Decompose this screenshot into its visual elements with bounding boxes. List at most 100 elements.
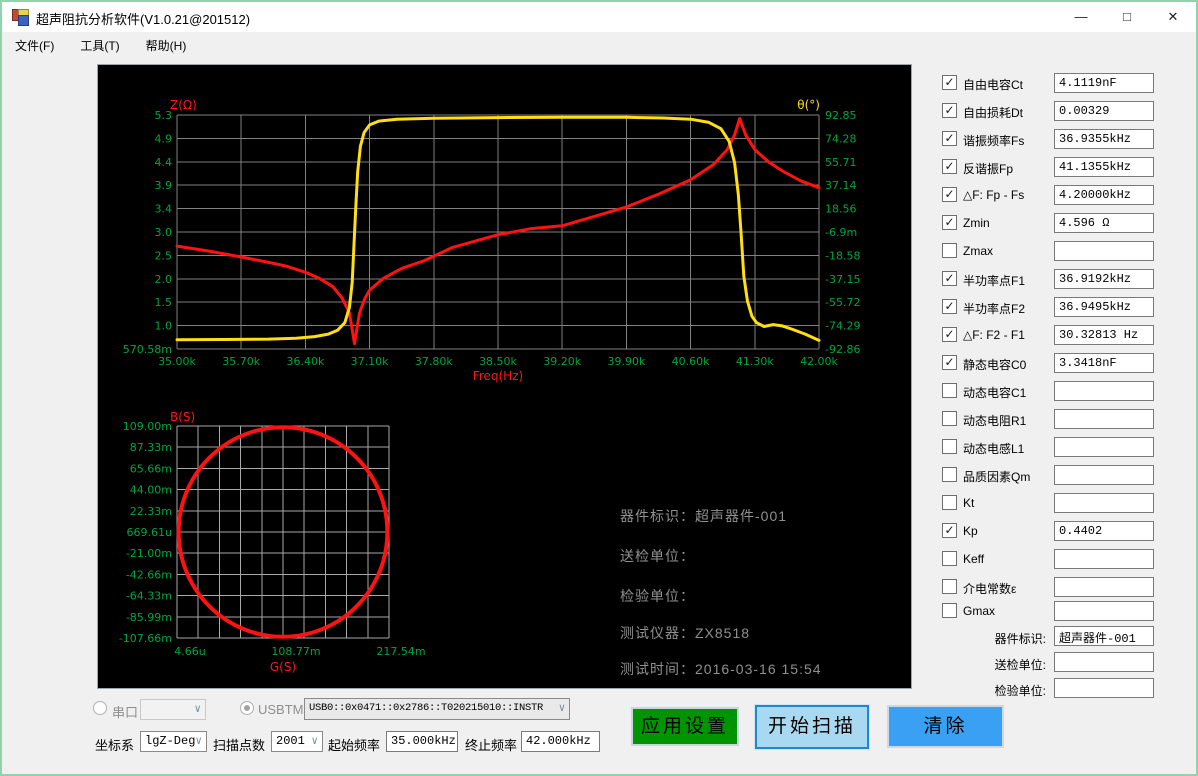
param-value-field-6[interactable] [1054, 241, 1154, 261]
chevron-down-icon: ∨ [194, 702, 201, 716]
usbtmc-address-combo[interactable]: USB0::0x0471::0x2786::T020215010::INSTR∨ [304, 698, 570, 720]
param-value-field-9[interactable]: 30.32813 Hz [1054, 325, 1154, 345]
device-info-line-0: 器件标识：超声器件-001 [620, 506, 787, 526]
close-button[interactable]: ✕ [1150, 2, 1196, 32]
param-label-7: 半功率点F1 [963, 272, 1025, 289]
app-icon [12, 9, 28, 25]
param-value-field-2[interactable]: 36.9355kHz [1054, 129, 1154, 149]
param-checkbox-2[interactable]: ✓ [942, 131, 957, 146]
chevron-down-icon: ∨ [311, 734, 318, 748]
param-checkbox-11[interactable] [942, 383, 957, 398]
maximize-button[interactable]: □ [1104, 2, 1150, 32]
identity-field-0[interactable]: 超声器件-001 [1054, 626, 1154, 646]
param-checkbox-14[interactable] [942, 467, 957, 482]
param-checkbox-13[interactable] [942, 439, 957, 454]
minimize-button[interactable]: — [1058, 2, 1104, 32]
param-label-10: 静态电容C0 [963, 356, 1026, 373]
param-value-field-3[interactable]: 41.1355kHz [1054, 157, 1154, 177]
start-scan-button[interactable]: 开始扫描 [755, 705, 869, 749]
serial-radio[interactable] [93, 701, 107, 715]
param-value-field-16[interactable]: 0.4402 [1054, 521, 1154, 541]
param-checkbox-1[interactable]: ✓ [942, 103, 957, 118]
param-checkbox-19[interactable] [942, 603, 957, 618]
param-checkbox-16[interactable]: ✓ [942, 523, 957, 538]
stop-freq-field[interactable]: 42.000kHz [521, 731, 600, 752]
param-value-field-0[interactable]: 4.1119nF [1054, 73, 1154, 93]
param-checkbox-4[interactable]: ✓ [942, 187, 957, 202]
param-label-9: △F: F2 - F1 [963, 328, 1025, 342]
param-label-2: 谐振频率Fs [963, 132, 1024, 149]
param-checkbox-8[interactable]: ✓ [942, 299, 957, 314]
app-window: 超声阻抗分析软件(V1.0.21@201512) — □ ✕ 文件(F)工具(T… [0, 0, 1198, 776]
coord-system-combo[interactable]: lgZ-Deg∨ [140, 731, 207, 752]
param-checkbox-5[interactable]: ✓ [942, 215, 957, 230]
param-label-19: Gmax [963, 604, 995, 618]
param-label-5: Zmin [963, 216, 990, 230]
param-value-field-8[interactable]: 36.9495kHz [1054, 297, 1154, 317]
param-value-field-11[interactable] [1054, 381, 1154, 401]
param-checkbox-10[interactable]: ✓ [942, 355, 957, 370]
param-label-13: 动态电感L1 [963, 440, 1024, 457]
start-freq-label: 起始频率 [328, 735, 380, 754]
param-label-3: 反谐振Fp [963, 160, 1013, 177]
param-label-12: 动态电阻R1 [963, 412, 1026, 429]
device-info-line-1: 送检单位： [620, 546, 695, 566]
param-label-1: 自由损耗Dt [963, 104, 1023, 121]
param-label-4: △F: Fp - Fs [963, 188, 1024, 202]
param-value-field-10[interactable]: 3.3418nF [1054, 353, 1154, 373]
param-value-field-7[interactable]: 36.9192kHz [1054, 269, 1154, 289]
chevron-down-icon: ∨ [195, 734, 202, 748]
param-value-field-15[interactable] [1054, 493, 1154, 513]
identity-label-0: 器件标识: [936, 630, 1046, 647]
apply-settings-button[interactable]: 应用设置 [631, 707, 739, 746]
param-checkbox-15[interactable] [942, 495, 957, 510]
param-value-field-5[interactable]: 4.596 Ω [1054, 213, 1154, 233]
param-value-field-18[interactable] [1054, 577, 1154, 597]
title-bar: 超声阻抗分析软件(V1.0.21@201512) — □ ✕ [2, 2, 1196, 32]
param-checkbox-3[interactable]: ✓ [942, 159, 957, 174]
param-value-field-14[interactable] [1054, 465, 1154, 485]
menu-item-2[interactable]: 帮助(H) [133, 32, 200, 59]
serial-label: 串口 [112, 702, 138, 721]
window-title: 超声阻抗分析软件(V1.0.21@201512) [36, 9, 250, 28]
usbtmc-radio[interactable] [240, 701, 254, 715]
param-checkbox-17[interactable] [942, 551, 957, 566]
start-freq-field[interactable]: 35.000kHz [386, 731, 458, 752]
plot-panel: 5.392.8535.00k4.974.2835.70k4.455.7136.4… [97, 64, 912, 689]
menu-item-1[interactable]: 工具(T) [67, 32, 132, 59]
menu-item-0[interactable]: 文件(F) [2, 32, 67, 59]
param-checkbox-0[interactable]: ✓ [942, 75, 957, 90]
identity-label-2: 检验单位: [936, 682, 1046, 699]
device-info-line-3: 测试仪器：ZX8518 [620, 623, 750, 643]
identity-field-2[interactable] [1054, 678, 1154, 698]
param-value-field-13[interactable] [1054, 437, 1154, 457]
param-value-field-1[interactable]: 0.00329 [1054, 101, 1154, 121]
stop-freq-label: 终止频率 [465, 735, 517, 754]
param-checkbox-18[interactable] [942, 579, 957, 594]
identity-field-1[interactable] [1054, 652, 1154, 672]
param-label-0: 自由电容Ct [963, 76, 1023, 93]
coord-system-label: 坐标系 [95, 735, 134, 754]
scan-points-label: 扫描点数 [213, 735, 265, 754]
param-label-6: Zmax [963, 244, 993, 258]
param-label-8: 半功率点F2 [963, 300, 1025, 317]
identity-label-1: 送检单位: [936, 656, 1046, 673]
param-value-field-4[interactable]: 4.20000kHz [1054, 185, 1154, 205]
param-label-14: 品质因素Qm [963, 468, 1030, 485]
clear-button[interactable]: 清除 [887, 705, 1004, 748]
param-label-18: 介电常数ε [963, 580, 1016, 597]
param-checkbox-7[interactable]: ✓ [942, 271, 957, 286]
device-info-line-4: 测试时间：2016-03-16 15:54 [620, 659, 822, 679]
param-label-17: Keff [963, 552, 984, 566]
param-value-field-17[interactable] [1054, 549, 1154, 569]
param-value-field-12[interactable] [1054, 409, 1154, 429]
param-label-11: 动态电容C1 [963, 384, 1026, 401]
param-checkbox-6[interactable] [942, 243, 957, 258]
serial-port-combo[interactable]: ∨ [140, 699, 206, 720]
scan-points-combo[interactable]: 2001∨ [271, 731, 323, 752]
param-value-field-19[interactable] [1054, 601, 1154, 621]
chevron-down-icon: ∨ [559, 701, 565, 715]
param-checkbox-9[interactable]: ✓ [942, 327, 957, 342]
param-label-16: Kp [963, 524, 978, 538]
param-checkbox-12[interactable] [942, 411, 957, 426]
